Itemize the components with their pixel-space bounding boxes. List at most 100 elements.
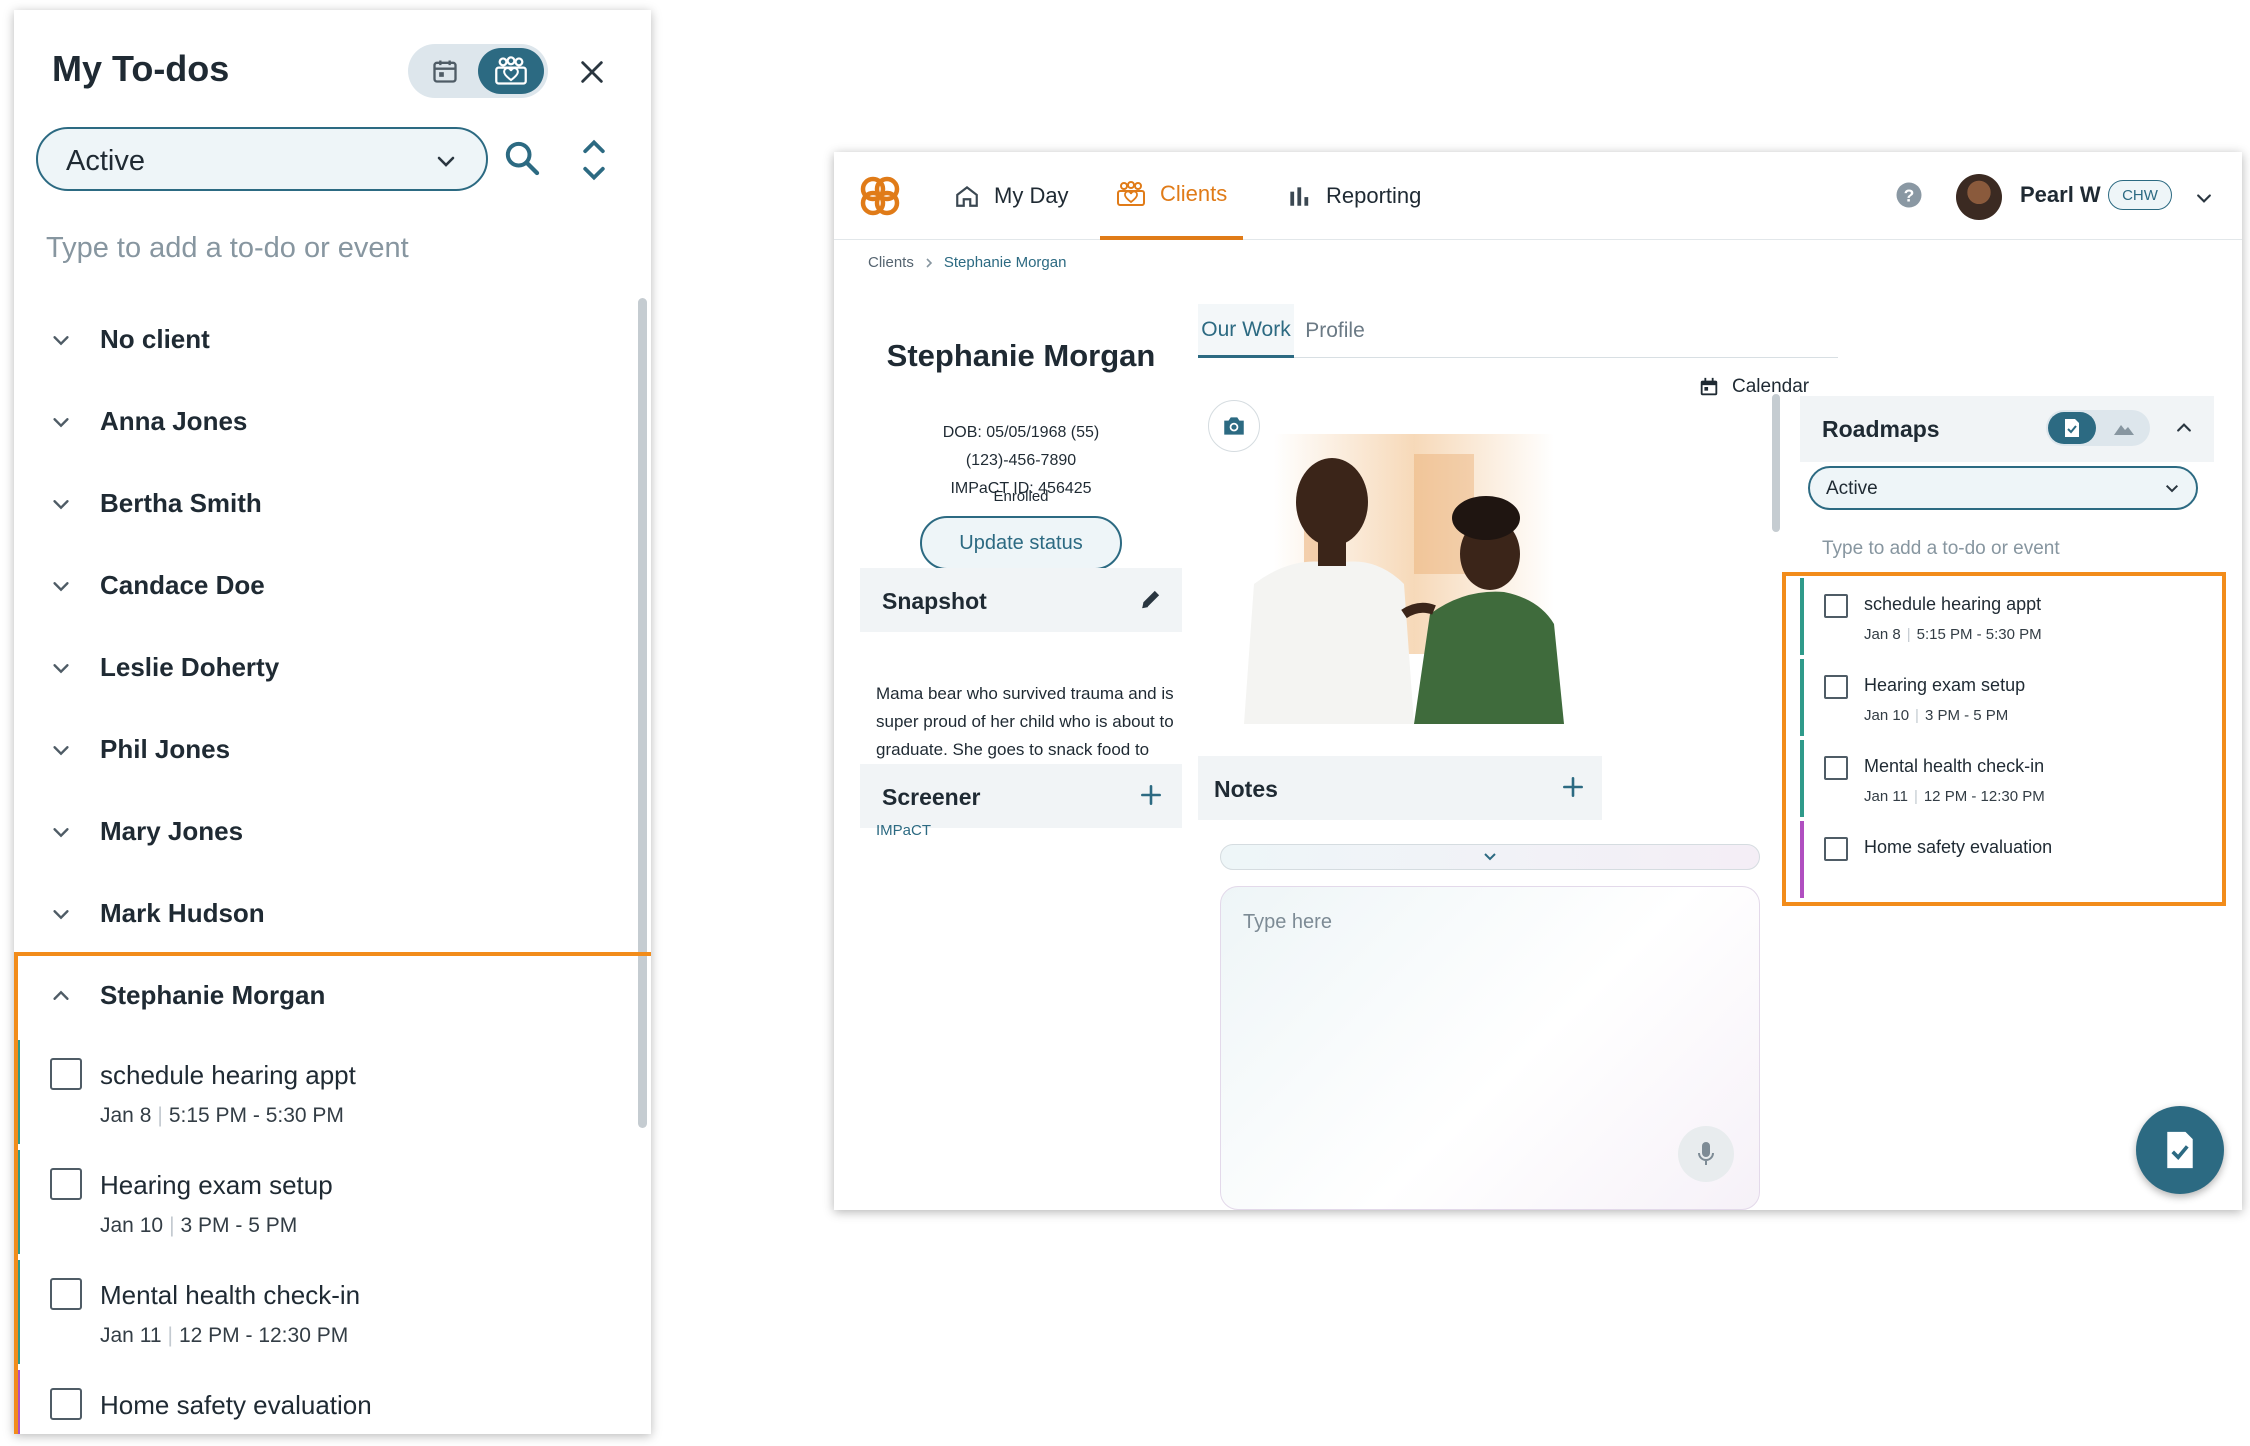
separator: | [1906, 626, 1911, 643]
scrollbar[interactable] [638, 298, 647, 1128]
client-group-name: Mary Jones [100, 816, 244, 846]
todo-date: Jan 10 [100, 1214, 164, 1237]
todo-date: Jan 11 [100, 1324, 162, 1347]
todo-item: Mental health check-in Jan 11 | 12 PM - 12:… [1800, 738, 2220, 819]
chevron-up-icon [53, 990, 69, 1000]
todo-schedule: Jan 10 | 3 PM - 5 PM [100, 1214, 297, 1238]
clients-view-button[interactable] [478, 48, 544, 94]
microphone-button[interactable] [1678, 1126, 1734, 1182]
todo-checkbox[interactable] [50, 1168, 82, 1200]
user-avatar[interactable] [1956, 174, 2002, 220]
microphone-icon [1698, 1142, 1714, 1165]
todo-title[interactable]: Home safety evaluation [100, 1390, 372, 1421]
add-todo-input[interactable]: Type to add a to-do or event [46, 232, 409, 265]
client-group-row[interactable]: Anna Jones [14, 384, 634, 466]
search-button[interactable] [502, 138, 546, 182]
todo-date: Jan 8 [1864, 626, 1901, 643]
camera-button[interactable] [1208, 400, 1260, 452]
todo-title[interactable]: Hearing exam setup [100, 1170, 333, 1201]
roadmaps-header: Roadmaps [1800, 396, 2214, 462]
camera-icon [1224, 417, 1244, 435]
calendar-action[interactable]: Calendar [1698, 376, 1809, 398]
roadmaps-add-input[interactable]: Type to add a to-do or event [1822, 538, 2060, 560]
help-icon[interactable]: ? [1894, 180, 1924, 210]
todo-date: Jan 11 [1864, 788, 1908, 805]
todo-item: schedule hearing appt Jan 8 | 5:15 PM - 5:3… [14, 1038, 634, 1148]
todo-color-bar [1800, 659, 1804, 736]
screener-impact-link[interactable]: IMPaCT [876, 822, 931, 839]
todo-title[interactable]: Mental health check-in [100, 1280, 360, 1311]
snapshot-header: Snapshot [860, 568, 1182, 632]
tab-profile[interactable]: Profile [1294, 304, 1376, 358]
close-icon [581, 61, 603, 83]
todo-color-bar [14, 1260, 20, 1364]
view-toggle[interactable] [408, 44, 548, 98]
update-status-button[interactable]: Update status [920, 516, 1122, 570]
client-group-row[interactable]: Stephanie Morgan [14, 958, 634, 1038]
role-badge: CHW [2108, 180, 2172, 210]
todo-title[interactable]: schedule hearing appt [1864, 594, 2041, 615]
notes-title: Notes [1214, 776, 1278, 802]
plus-icon[interactable] [1138, 782, 1164, 808]
todo-checkbox[interactable] [1824, 594, 1848, 618]
tab-our-work[interactable]: Our Work [1198, 304, 1294, 358]
app-window: My Day Clients Reporting ? Pearl W CHW C… [834, 152, 2242, 1210]
home-icon [956, 185, 978, 207]
status-filter-select[interactable]: Active [36, 127, 488, 191]
todo-title[interactable]: Home safety evaluation [1864, 837, 2052, 858]
todo-checkbox[interactable] [50, 1388, 82, 1420]
expand-collapse-button[interactable] [579, 138, 609, 182]
client-dob: DOB: 05/05/1968 (55) [942, 424, 1100, 441]
chevron-down-icon [53, 664, 69, 674]
todo-color-bar [1800, 740, 1804, 817]
chevron-down-icon [53, 418, 69, 428]
todo-checkbox[interactable] [1824, 837, 1848, 861]
plus-icon[interactable] [1560, 774, 1586, 800]
client-group-name: Phil Jones [100, 734, 231, 764]
app-logo-icon[interactable] [858, 174, 902, 218]
todo-date: Jan 10 [1864, 707, 1910, 724]
nav-my-day[interactable]: My Day [954, 152, 1069, 240]
client-group-name: Leslie Doherty [100, 652, 280, 682]
todo-title[interactable]: schedule hearing appt [100, 1060, 356, 1091]
mountain-view-button[interactable] [2100, 412, 2148, 444]
todo-title[interactable]: Mental health check-in [1864, 756, 2044, 777]
edit-pencil-icon[interactable] [1138, 586, 1164, 612]
chevron-down-icon[interactable] [2194, 188, 2214, 208]
client-group-row[interactable]: No client [14, 302, 634, 384]
new-document-fab[interactable] [2136, 1106, 2224, 1194]
todo-checkbox[interactable] [1824, 756, 1848, 780]
todo-schedule: Jan 8 | 5:15 PM - 5:30 PM [100, 1104, 344, 1128]
notes-expand-bar[interactable] [1220, 844, 1760, 870]
todo-schedule: Jan 10 | 3 PM - 5 PM [1864, 707, 2008, 724]
todo-checkbox[interactable] [50, 1058, 82, 1090]
todo-time: 5:15 PM - 5:30 PM [168, 1104, 344, 1127]
breadcrumb-parent[interactable]: Clients [868, 254, 914, 271]
client-group-row[interactable]: Mary Jones [14, 794, 634, 876]
client-group-row[interactable]: Mark Hudson [14, 876, 634, 958]
todo-checkbox[interactable] [1824, 675, 1848, 699]
client-status: Enrolled [993, 488, 1049, 505]
client-group-row[interactable]: Bertha Smith [14, 466, 634, 548]
client-group-row[interactable]: Leslie Doherty [14, 630, 634, 712]
roadmaps-status-select[interactable]: Active [1808, 466, 2198, 510]
separator: | [169, 1214, 175, 1237]
todo-title[interactable]: Hearing exam setup [1864, 675, 2025, 696]
calendar-view-button[interactable] [412, 48, 478, 94]
nav-clients[interactable]: Clients [1100, 152, 1244, 240]
roadmaps-view-toggle[interactable] [2046, 410, 2150, 446]
close-button[interactable] [574, 54, 610, 90]
chevron-down-icon [2165, 484, 2179, 493]
scrollbar[interactable] [1772, 394, 1780, 532]
notes-placeholder: Type here [1243, 911, 1332, 933]
chevron-up-icon[interactable] [2174, 418, 2194, 438]
search-icon [505, 141, 540, 176]
checklist-view-button[interactable] [2048, 412, 2096, 444]
chevron-down-icon [53, 336, 69, 346]
client-group-row[interactable]: Phil Jones [14, 712, 634, 794]
roadmaps-status-value: Active [1826, 478, 1878, 499]
nav-reporting[interactable]: Reporting [1286, 152, 1421, 240]
chevron-down-icon [1484, 853, 1496, 861]
todo-checkbox[interactable] [50, 1278, 82, 1310]
client-group-row[interactable]: Candace Doe [14, 548, 634, 630]
